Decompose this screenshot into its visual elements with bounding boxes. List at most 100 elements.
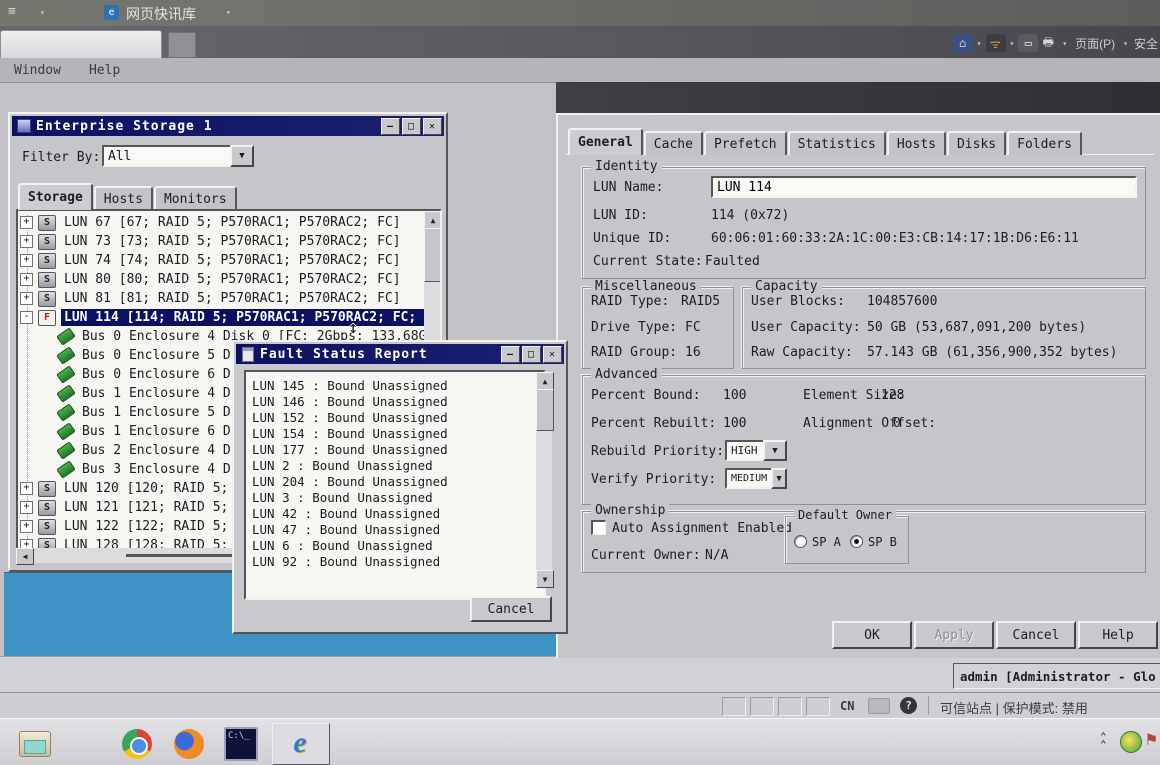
dropdown-arrow-icon[interactable]: ▼ — [763, 440, 787, 461]
tree-item-label[interactable]: Bus 1 Enclosure 6 Disk — [79, 423, 257, 440]
chevron-down-icon[interactable]: ▾ — [977, 39, 982, 48]
tab-general[interactable]: General — [568, 128, 643, 155]
scroll-up-icon[interactable]: ▲ — [536, 372, 554, 390]
favorites-item[interactable]: 网页快讯库 — [126, 4, 196, 24]
chrome-icon[interactable] — [120, 727, 154, 761]
fault-list-item[interactable]: LUN 3 : Bound Unassigned — [252, 490, 544, 506]
fault-list-item[interactable]: LUN 92 : Bound Unassigned — [252, 554, 544, 570]
apply-button[interactable]: Apply — [914, 621, 994, 649]
expand-toggle[interactable]: + — [20, 501, 33, 514]
tree-item-label[interactable]: LUN 67 [67; RAID 5; P570RAC1; P570RAC2; … — [61, 214, 404, 231]
tab-disks[interactable]: Disks — [947, 131, 1006, 155]
ok-button[interactable]: OK — [832, 621, 912, 649]
tree-item-label[interactable]: Bus 0 Enclosure 5 Disk — [79, 347, 257, 364]
fault-list-item[interactable]: LUN 204 : Bound Unassigned — [252, 474, 544, 490]
filter-combobox[interactable]: All ▼ — [102, 145, 254, 167]
rss-feed-icon[interactable]: ᯤ — [986, 34, 1006, 52]
browser-tab[interactable] — [0, 30, 162, 59]
fault-list-vscrollbar[interactable]: ▲ ▼ — [536, 372, 552, 588]
fault-list-item[interactable]: LUN 177 : Bound Unassigned — [252, 442, 544, 458]
fault-list-item[interactable]: LUN 6 : Bound Unassigned — [252, 538, 544, 554]
close-button[interactable]: ✕ — [543, 346, 562, 363]
tab-folders[interactable]: Folders — [1007, 131, 1082, 155]
lun-name-input[interactable] — [711, 176, 1137, 198]
expand-toggle[interactable]: + — [20, 292, 33, 305]
tab-storage[interactable]: Storage — [18, 183, 93, 210]
scroll-thumb[interactable] — [536, 389, 554, 431]
close-button[interactable]: ✕ — [423, 118, 442, 135]
tree-item-label[interactable]: LUN 74 [74; RAID 5; P570RAC1; P570RAC2; … — [61, 252, 404, 269]
scroll-left-icon[interactable]: ◀ — [16, 548, 34, 565]
tree-item-label[interactable]: LUN 114 [114; RAID 5; P570RAC1; P570RAC2… — [61, 309, 440, 326]
page-menu[interactable]: 页面(P) — [1075, 35, 1115, 52]
rebuild-priority-combobox[interactable]: HIGH ▼ — [725, 440, 787, 461]
help-button[interactable]: Help — [1078, 621, 1158, 649]
cancel-button[interactable]: Cancel — [996, 621, 1076, 649]
expand-toggle[interactable]: + — [20, 254, 33, 267]
fault-cancel-button[interactable]: Cancel — [470, 596, 552, 622]
fault-list-item[interactable]: LUN 146 : Bound Unassigned — [252, 394, 544, 410]
firefox-icon[interactable] — [172, 727, 206, 761]
print-icon[interactable]: 🖶 — [1038, 34, 1058, 52]
tab-cache[interactable]: Cache — [644, 131, 703, 155]
tree-item-label[interactable]: Bus 1 Enclosure 5 Disk — [79, 404, 257, 421]
expand-toggle[interactable]: + — [20, 273, 33, 286]
tree-item-label[interactable]: Bus 3 Enclosure 4 Disk — [79, 461, 257, 478]
favorites-menu-glyph[interactable]: ≡ — [8, 4, 16, 19]
tree-item-label[interactable]: Bus 2 Enclosure 4 Disk — [79, 442, 257, 459]
tray-flag-icon[interactable]: ⚑ — [1146, 729, 1157, 750]
tree-item-label[interactable]: LUN 73 [73; RAID 5; P570RAC1; P570RAC2; … — [61, 233, 404, 250]
fault-list-item[interactable]: LUN 2 : Bound Unassigned — [252, 458, 544, 474]
fault-list[interactable]: LUN 145 : Bound Unassigned LUN 146 : Bou… — [244, 370, 546, 600]
sp-a-radio[interactable] — [794, 535, 807, 548]
fault-list-item[interactable]: LUN 42 : Bound Unassigned — [252, 506, 544, 522]
home-icon[interactable]: ⌂ — [953, 34, 973, 52]
expand-toggle[interactable]: + — [20, 216, 33, 229]
cmd-icon[interactable]: C:\_ — [224, 727, 258, 761]
tab-statistics[interactable]: Statistics — [788, 131, 886, 155]
tab-monitors[interactable]: Monitors — [154, 186, 237, 210]
new-tab-button[interactable] — [168, 32, 196, 58]
fault-list-item[interactable]: LUN 47 : Bound Unassigned — [252, 522, 544, 538]
menu-window[interactable]: Window — [14, 63, 61, 78]
maximize-button[interactable]: □ — [402, 118, 421, 135]
tree-item-label[interactable]: LUN 80 [80; RAID 5; P570RAC1; P570RAC2; … — [61, 271, 404, 288]
storage-window-titlebar[interactable]: Enterprise Storage 1 – □ ✕ — [12, 116, 444, 136]
file-explorer-icon[interactable] — [18, 727, 52, 761]
maximize-button[interactable]: □ — [522, 346, 541, 363]
language-indicator[interactable]: CN — [840, 699, 854, 713]
fault-list-item[interactable]: LUN 145 : Bound Unassigned — [252, 378, 544, 394]
scroll-thumb[interactable] — [424, 228, 442, 282]
scroll-down-icon[interactable]: ▼ — [536, 570, 554, 588]
tab-prefetch[interactable]: Prefetch — [704, 131, 787, 155]
dropdown-arrow-icon[interactable]: ▼ — [230, 145, 254, 167]
fault-dialog-titlebar[interactable]: Fault Status Report – □ ✕ — [236, 344, 564, 364]
safety-menu[interactable]: 安全 — [1134, 35, 1158, 52]
chevron-down-icon[interactable]: ▾ — [40, 8, 45, 17]
collapse-toggle[interactable]: - — [20, 311, 33, 324]
expand-toggle[interactable]: + — [20, 235, 33, 248]
dropdown-arrow-icon[interactable]: ▼ — [771, 468, 787, 489]
minimize-button[interactable]: – — [381, 118, 400, 135]
chevron-down-icon[interactable]: ▾ — [1010, 39, 1015, 48]
tray-safety-icon[interactable] — [1120, 731, 1142, 753]
chevron-down-icon[interactable]: ▾ — [1123, 39, 1128, 48]
help-status-icon[interactable]: ? — [900, 697, 917, 714]
read-mail-icon[interactable]: ▭ — [1018, 34, 1038, 52]
verify-priority-combobox[interactable]: MEDIUM ▼ — [725, 468, 787, 489]
active-task-frame[interactable]: e — [272, 723, 330, 765]
tab-hosts[interactable]: Hosts — [94, 186, 153, 210]
chevron-down-icon[interactable]: ▾ — [1062, 39, 1067, 48]
auto-assignment-checkbox[interactable] — [591, 520, 606, 535]
sp-b-radio[interactable] — [850, 535, 863, 548]
tree-item-label[interactable]: LUN 81 [81; RAID 5; P570RAC1; P570RAC2; … — [61, 290, 404, 307]
tab-hosts[interactable]: Hosts — [887, 131, 946, 155]
fault-list-item[interactable]: LUN 152 : Bound Unassigned — [252, 410, 544, 426]
minimize-button[interactable]: – — [501, 346, 520, 363]
expand-toggle[interactable]: + — [20, 520, 33, 533]
scroll-up-icon[interactable]: ▲ — [424, 211, 442, 229]
menu-help[interactable]: Help — [89, 63, 120, 78]
internet-explorer-icon[interactable]: e — [283, 726, 317, 760]
tray-chevron-icon[interactable]: ⌃⌃ — [1100, 733, 1107, 749]
chevron-down-icon[interactable]: ▾ — [226, 8, 231, 17]
